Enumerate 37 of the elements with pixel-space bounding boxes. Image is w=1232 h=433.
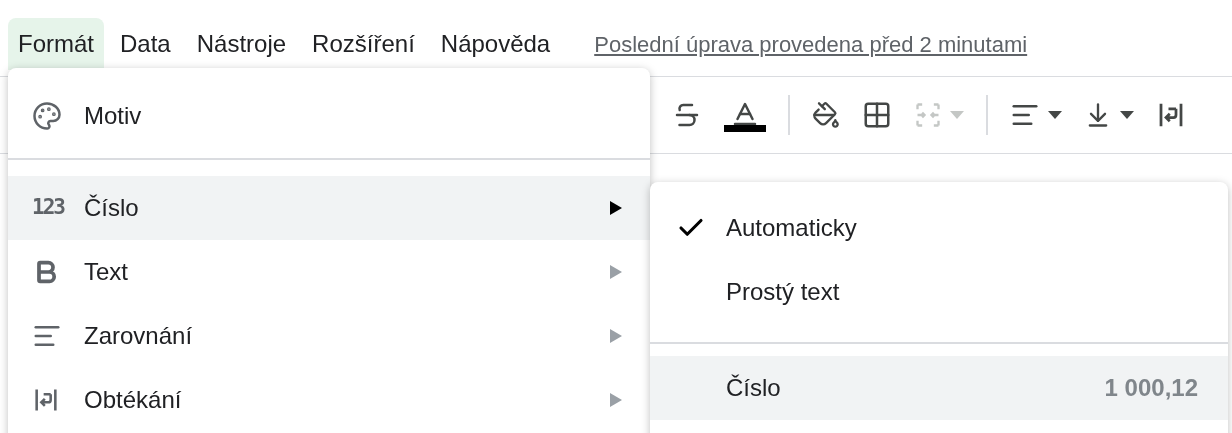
submenu-arrow-icon (610, 265, 622, 279)
menu-item[interactable]: Obtékání (8, 368, 650, 432)
caret-icon (1120, 111, 1134, 119)
submenu-arrow-icon (610, 201, 622, 215)
caret-icon (1048, 111, 1062, 119)
paint-bucket-icon (812, 101, 840, 129)
submenu-item[interactable]: Prostý text (650, 260, 1228, 324)
borders-icon (862, 100, 892, 130)
menu-item-label: Zarovnání (84, 321, 194, 351)
menu-item[interactable]: Text (8, 240, 650, 304)
menu-item[interactable]: Motiv (8, 78, 650, 154)
menu-tab[interactable]: Formát (8, 18, 104, 70)
menu-tab[interactable]: Nástroje (186, 18, 297, 70)
submenu-item[interactable]: Číslo 1 000,12 (650, 356, 1228, 420)
menu-tab[interactable]: Data (110, 18, 181, 70)
caret-icon (950, 111, 964, 119)
menu-item-label: Číslo (84, 193, 140, 223)
menu-item[interactable]: 123 Číslo (8, 176, 650, 240)
menu-tab[interactable]: Nápověda (430, 18, 561, 70)
submenu-arrow-icon (610, 393, 622, 407)
last-edit-link[interactable]: Poslední úprava provedena před 2 minutami (594, 27, 1028, 61)
submenu-item[interactable]: Automaticky (650, 196, 1228, 260)
submenu-item-label: Automaticky (726, 213, 858, 243)
format-example: 1 000,12 (1104, 373, 1198, 403)
menu-item-label: Obtékání (84, 385, 183, 415)
submenu-item-label: Prostý text (726, 277, 841, 307)
fill-color-button[interactable] (812, 101, 840, 129)
merge-icon (914, 101, 942, 129)
submenu-item-label: Číslo (726, 373, 782, 403)
menu-item-label: Motiv (84, 101, 143, 131)
submenu-arrow-icon (610, 329, 622, 343)
borders-button[interactable] (862, 100, 892, 130)
menu-tab[interactable]: Rozšíření (302, 18, 425, 70)
menu-item-label: Text (84, 257, 129, 287)
palette-icon (32, 101, 62, 131)
menu-item[interactable]: Zarovnání (8, 304, 650, 368)
number-format-icon: 123 (32, 192, 64, 224)
